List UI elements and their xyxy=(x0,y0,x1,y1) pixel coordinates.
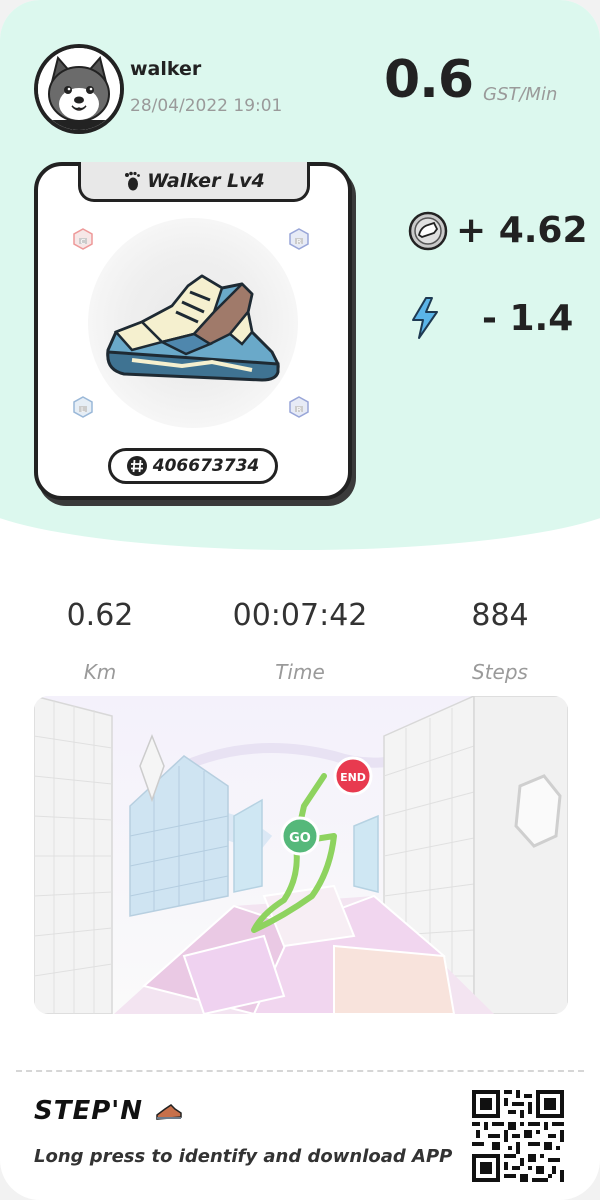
socket-label: R xyxy=(297,406,302,414)
start-marker-label: GO xyxy=(289,831,311,846)
qr-code-icon[interactable] xyxy=(472,1090,564,1182)
gst-gain-value: + 4.62 xyxy=(456,210,588,251)
stat-steps-label: Steps xyxy=(472,660,528,684)
gst-gain-row: + 4.62 xyxy=(408,210,588,251)
socket-lock-icon[interactable]: C xyxy=(72,228,94,250)
sneaker-title: Walker Lv4 xyxy=(147,169,265,192)
end-marker[interactable]: END xyxy=(333,756,373,796)
download-hint: Long press to identify and download APP xyxy=(34,1146,453,1167)
socket-lock-icon[interactable]: R xyxy=(288,396,310,418)
stat-time-label: Time xyxy=(275,660,325,684)
route-map-illustration: GO END xyxy=(34,696,568,1014)
start-marker[interactable]: GO xyxy=(280,816,320,856)
socket-lock-icon[interactable]: L xyxy=(72,396,94,418)
earning-rate-value: 0.6 xyxy=(384,50,474,110)
footer-divider xyxy=(16,1070,584,1072)
sneaker-title-tab: Walker Lv4 xyxy=(78,162,310,202)
brand-name: STEP'N xyxy=(34,1096,143,1126)
socket-label: R xyxy=(297,238,302,246)
socket-lock-icon[interactable]: R xyxy=(288,228,310,250)
run-datetime: 28/04/2022 19:01 xyxy=(130,96,283,116)
energy-change-value: - 1.4 xyxy=(482,297,574,339)
socket-label: L xyxy=(81,406,85,414)
run-summary-card: walker 28/04/2022 19:01 0.6 GST/Min Walk… xyxy=(0,0,600,1200)
stat-time-value: 00:07:42 xyxy=(232,598,368,633)
hash-icon xyxy=(126,456,147,476)
lightning-icon xyxy=(412,297,438,339)
stat-distance-label: Km xyxy=(83,660,117,684)
gst-coin-icon xyxy=(408,211,448,250)
username: walker xyxy=(130,58,202,80)
shiba-dog-avatar-icon xyxy=(38,48,120,130)
sneaker-logo-icon xyxy=(156,1103,182,1120)
socket-label: C xyxy=(81,238,86,246)
earning-rate-unit: GST/Min xyxy=(483,84,558,105)
stat-distance-value: 0.62 xyxy=(66,598,134,633)
sneaker-icon xyxy=(106,274,280,382)
footprint-icon xyxy=(125,171,141,190)
brand-logo: STEP'N xyxy=(34,1096,183,1126)
end-marker-label: END xyxy=(340,771,366,784)
stat-steps-value: 884 xyxy=(471,598,529,633)
sneaker-id: 406673734 xyxy=(152,456,260,476)
energy-change-row: - 1.4 xyxy=(410,296,573,340)
avatar[interactable] xyxy=(34,44,124,134)
sneaker-card[interactable]: Walker Lv4 C R L R 406673734 xyxy=(34,162,352,500)
route-map[interactable]: GO END xyxy=(34,696,568,1014)
sneaker-id-badge[interactable]: 406673734 xyxy=(108,448,278,484)
